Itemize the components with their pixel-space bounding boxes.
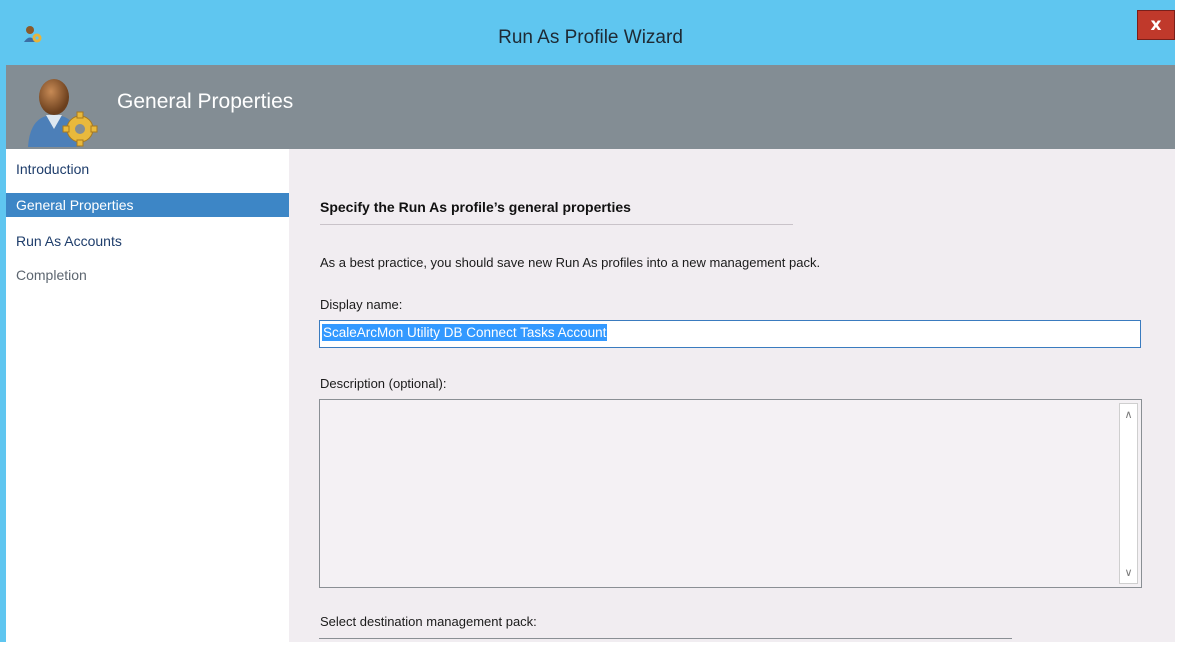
title-bar[interactable]: Run As Profile Wizard x	[6, 10, 1175, 65]
heading-divider	[320, 224, 793, 225]
sidebar-item-completion: Completion	[16, 267, 87, 283]
window-title: Run As Profile Wizard	[498, 27, 683, 48]
description-field[interactable]: ∧ ∨	[319, 399, 1142, 588]
display-name-label: Display name:	[320, 297, 403, 312]
scroll-down-icon[interactable]: ∨	[1120, 564, 1137, 581]
display-name-field[interactable]: ScaleArcMon Utility DB Connect Tasks Acc…	[319, 320, 1141, 348]
sidebar-item-introduction[interactable]: Introduction	[6, 157, 289, 181]
wizard-header: General Properties	[6, 65, 1175, 149]
best-practice-text: As a best practice, you should save new …	[320, 255, 821, 270]
main-content: Specify the Run As profile’s general pro…	[289, 149, 1175, 642]
wizard-steps-sidebar: Introduction General Properties Run As A…	[6, 149, 289, 642]
page-title: General Properties	[117, 90, 294, 113]
close-button[interactable]: x	[1137, 10, 1175, 40]
user-settings-icon	[28, 79, 98, 147]
description-label: Description (optional):	[320, 376, 447, 391]
sidebar-item-general-properties[interactable]: General Properties	[6, 193, 289, 217]
display-name-value: ScaleArcMon Utility DB Connect Tasks Acc…	[322, 324, 608, 341]
section-heading: Specify the Run As profile’s general pro…	[320, 199, 631, 215]
wizard-window: Run As Profile Wizard x General Properti…	[0, 0, 1187, 642]
scroll-up-icon[interactable]: ∧	[1120, 406, 1137, 423]
description-scrollbar[interactable]: ∧ ∨	[1119, 403, 1138, 584]
management-pack-label: Select destination management pack:	[320, 614, 537, 629]
sidebar-item-run-as-accounts[interactable]: Run As Accounts	[6, 229, 289, 253]
